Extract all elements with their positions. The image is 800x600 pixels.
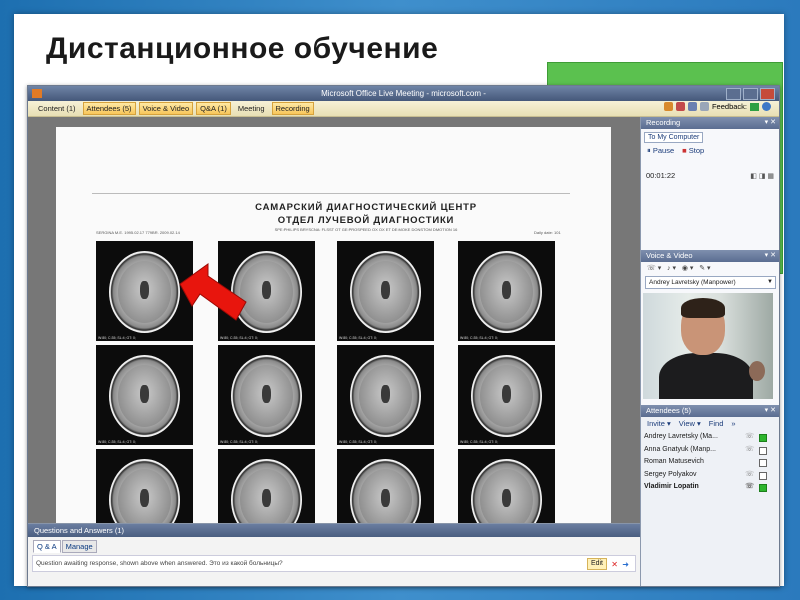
recording-header: Recording ▾ ✕ — [641, 117, 779, 129]
app-logo-icon — [32, 89, 42, 98]
voice-video-title: Voice & Video — [646, 251, 693, 260]
minimize-button[interactable] — [726, 88, 741, 100]
feedback-label: Feedback: — [711, 102, 747, 111]
voice-video-body: ☏ ▾ ♪ ▾ ◉ ▾ ✎ ▾ Andrey Lavretsky (Manpow… — [641, 262, 779, 405]
ct-scan — [337, 449, 434, 523]
recording-body: To My Computer ⏸ Pause ■ Stop 00:01:22 ◧… — [641, 129, 779, 250]
video-feed — [643, 293, 773, 399]
tab-recording[interactable]: Recording — [271, 102, 314, 115]
window-titlebar: Microsoft Office Live Meeting - microsof… — [28, 86, 779, 101]
qa-panel: Questions and Answers (1) Q & A Manage Q… — [28, 523, 640, 586]
shared-document: САМАРСКИЙ ДИАГНОСТИЧЕСКИЙ ЦЕНТР ОТДЕЛ ЛУ… — [56, 127, 611, 523]
window-title: Microsoft Office Live Meeting - microsof… — [321, 89, 486, 98]
red-arrow-icon — [179, 263, 247, 321]
panel-controls-icon[interactable]: ▾ ✕ — [765, 405, 776, 417]
chevron-down-icon: ▼ — [767, 279, 773, 285]
qa-tabs: Q & A Manage — [33, 540, 640, 553]
hand-icon[interactable] — [663, 102, 673, 111]
tab-attendees[interactable]: Attendees (5) — [82, 102, 136, 115]
close-button[interactable] — [760, 88, 775, 100]
help-icon[interactable] — [687, 102, 697, 111]
recording-time: 00:01:22 — [646, 171, 676, 180]
ct-scan — [218, 449, 315, 523]
recording-controls: ⏸ Pause ■ Stop — [647, 146, 779, 156]
attendees-list: Andrey Lavretsky (Ma... ☏ Anna Gnatyuk (M… — [641, 431, 779, 494]
attendees-toolbar: Invite ▾ View ▾ Find » — [641, 417, 779, 431]
side-panel: Recording ▾ ✕ To My Computer ⏸ Pause ■ S… — [640, 117, 779, 586]
tab-content[interactable]: Content (1) — [34, 102, 80, 115]
window-controls — [726, 88, 775, 100]
info-icon[interactable] — [762, 102, 771, 111]
ct-scan — [458, 449, 555, 523]
menubar-right-tools: Feedback: — [663, 102, 771, 111]
speaker-select[interactable]: Andrey Lavretsky (Manpower) ▼ — [645, 276, 776, 289]
doc-header-3: SPE:PHILIPS BRYSCNA: FLSST OT GE:PROSPEE… — [274, 227, 458, 232]
view-button[interactable]: View ▾ — [679, 417, 701, 431]
doc-rule — [92, 193, 570, 194]
doc-right-meta: Daily date: 101 — [534, 230, 561, 235]
menubar: Content (1) Attendees (5) Voice & Video … — [28, 101, 779, 117]
doc-left-meta: SERGINA M.E. 1995.02.17 779BR. 2009.02.1… — [96, 230, 180, 235]
attendee-row[interactable]: Andrey Lavretsky (Ma... ☏ — [641, 431, 779, 444]
tab-manage[interactable]: Manage — [61, 540, 97, 553]
speaker-select-value: Andrey Lavretsky (Manpower) — [649, 279, 736, 286]
attendee-row[interactable]: Vladimir Lopatin ☏ — [641, 481, 779, 494]
edit-button[interactable]: Edit — [586, 558, 607, 570]
stop-button[interactable]: ■ Stop — [682, 146, 704, 156]
maximize-button[interactable] — [743, 88, 758, 100]
doc-header-2: ОТДЕЛ ЛУЧЕВОЙ ДИАГНОСТИКИ — [277, 215, 455, 226]
content-area: САМАРСКИЙ ДИАГНОСТИЧЕСКИЙ ЦЕНТР ОТДЕЛ ЛУ… — [28, 117, 640, 523]
attendee-row[interactable]: Anna Gnatyuk (Manp... ☏ — [641, 444, 779, 457]
delete-icon[interactable]: ✕ — [611, 557, 618, 572]
more-icon[interactable]: » — [731, 417, 735, 431]
attendees-title: Attendees (5) — [646, 406, 692, 415]
live-meeting-window: Microsoft Office Live Meeting - microsof… — [27, 85, 780, 587]
ct-scan: W:80; C:35; SL:4; GT: 0; — [337, 241, 434, 341]
ct-scan: W:80; C:35; SL:4; GT: 0; — [458, 345, 555, 445]
voice-video-header: Voice & Video ▾ ✕ — [641, 250, 779, 262]
slide-title: Дистанционное обучение — [46, 32, 439, 65]
attendee-row[interactable]: Roman Matusevich — [641, 456, 779, 469]
panel-controls-icon[interactable]: ▾ ✕ — [765, 250, 776, 262]
pointer-icon[interactable] — [675, 102, 685, 111]
recording-title: Recording — [646, 118, 681, 127]
qa-message: Question awaiting response, shown above … — [32, 555, 636, 572]
ct-scan — [96, 449, 193, 523]
send-arrow-icon[interactable]: ➜ — [622, 557, 629, 572]
settings-icon[interactable] — [699, 102, 709, 111]
pause-button[interactable]: ⏸ Pause — [647, 146, 674, 156]
find-button[interactable]: Find — [709, 417, 724, 431]
tab-meeting[interactable]: Meeting — [234, 102, 269, 115]
tab-to-my-computer[interactable]: To My Computer — [644, 132, 704, 143]
voice-video-tools[interactable]: ☏ ▾ ♪ ▾ ◉ ▾ ✎ ▾ — [641, 262, 779, 276]
feedback-flag-icon[interactable] — [750, 102, 759, 111]
ct-scan: W:80; C:35; SL:4; GT: 0; — [458, 241, 555, 341]
tab-qa[interactable]: Q&A (1) — [196, 102, 231, 115]
ct-scan: W:80; C:35; SL:4; GT: 0; — [337, 345, 434, 445]
invite-button[interactable]: Invite ▾ — [647, 417, 671, 431]
attendees-header: Attendees (5) ▾ ✕ — [641, 405, 779, 417]
qa-header: Questions and Answers (1) — [28, 524, 640, 537]
attendee-row[interactable]: Sergey Polyakov ☏ — [641, 469, 779, 482]
ct-scan: W:80; C:35; SL:4; GT: 0; — [96, 345, 193, 445]
ct-scan: W:80; C:35; SL:4; GT: 0; — [218, 345, 315, 445]
qa-message-text: Question awaiting response, shown above … — [36, 560, 283, 567]
tab-qa-list[interactable]: Q & A — [33, 540, 61, 553]
tab-voice-video[interactable]: Voice & Video — [138, 102, 194, 115]
doc-header-1: САМАРСКИЙ ДИАГНОСТИЧЕСКИЙ ЦЕНТР — [255, 202, 477, 213]
panel-controls-icon[interactable]: ▾ ✕ — [765, 117, 776, 129]
recording-status-icons[interactable]: ◧ ◨ ▦ — [750, 172, 774, 180]
